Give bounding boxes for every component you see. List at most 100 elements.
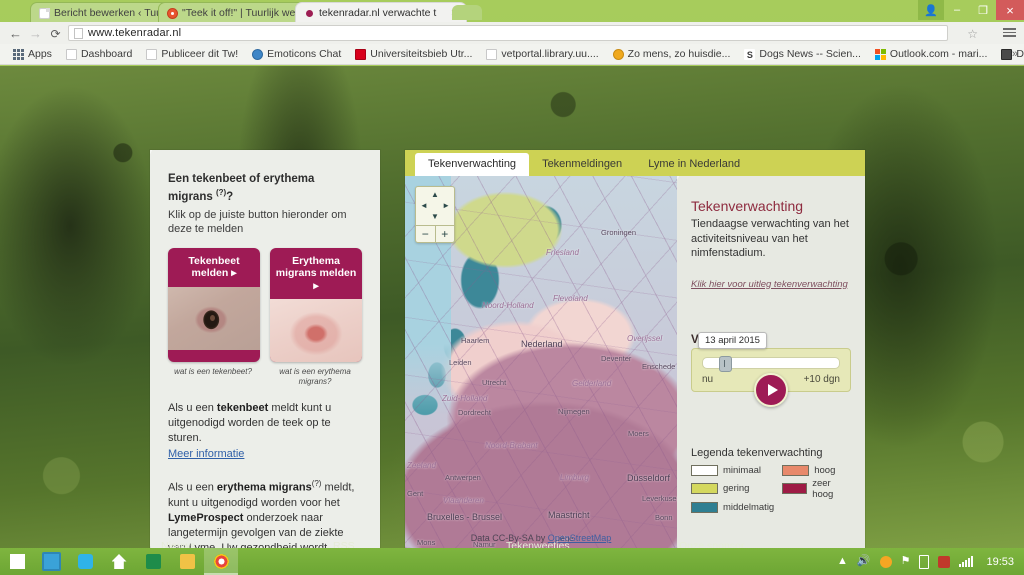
bookmark-label: Zo mens, zo huisdie... (627, 48, 731, 60)
taskbar-store[interactable] (68, 548, 102, 575)
bookmark-emoticons[interactable]: Emoticons Chat (245, 48, 348, 60)
legend-item-minimaal: minimaal (691, 464, 774, 476)
map-label: Enschede (642, 362, 676, 371)
bookmark-zo-mens[interactable]: Zo mens, zo huisdie... (606, 48, 738, 60)
play-button[interactable] (754, 372, 788, 407)
bookmark-dogs-news[interactable]: S Dogs News -- Scien... (737, 48, 868, 60)
heading-help-icon[interactable]: (?) (216, 188, 226, 197)
system-tray: ▲ 🔊 ⚑ 19:53 (837, 554, 1024, 569)
taskbar-folder[interactable] (170, 548, 204, 575)
reload-icon[interactable]: ⟳ (48, 26, 63, 41)
forecast-map[interactable]: Groningen Friesland Noord-Holland Flevoland… (405, 176, 677, 548)
map-label: Utrecht (482, 378, 507, 387)
legend-swatch (691, 501, 718, 513)
back-icon[interactable]: ← (8, 26, 23, 41)
battery-icon[interactable] (919, 554, 930, 569)
pan-right-icon[interactable]: ► (442, 202, 450, 210)
map-label: Flevoland (553, 294, 588, 303)
address-bar[interactable]: www.tekenradar.nl (68, 25, 948, 41)
browser-tab-label: tekenradar.nl verwachte t (319, 7, 437, 19)
para-bold: tekenbeet (216, 402, 269, 415)
taskbar-chrome[interactable] (204, 548, 238, 575)
tab-tekenverwachting[interactable]: Tekenverwachting (415, 153, 530, 176)
bookmark-label: Publiceer dit Tw! (161, 48, 239, 60)
bookmark-star-icon[interactable]: ☆ (967, 27, 978, 41)
taskbar-monitor[interactable] (34, 548, 68, 575)
bookmarks-bar: Apps Dashboard Publiceer dit Tw! Emotico… (0, 44, 1024, 65)
footer-link-nieuws[interactable]: Nieuws (161, 540, 195, 548)
footer-link-rss[interactable]: RSS (333, 540, 355, 548)
bookmark-universiteitsbieb[interactable]: Universiteitsbieb Utr... (348, 48, 479, 60)
user-avatar-icon[interactable]: 👤 (918, 0, 944, 20)
help-icon[interactable]: (?) (312, 479, 322, 488)
maximize-button[interactable]: ❐ (970, 0, 996, 20)
forecast-slider[interactable]: nu +10 dgn 13 april 2015 (691, 331, 851, 407)
map-label: Friesland (546, 248, 579, 257)
page-info-icon[interactable] (74, 27, 83, 39)
menu-icon[interactable] (1003, 26, 1016, 39)
uitleg-link[interactable]: Klik hier voor uitleg tekenverwachting (691, 279, 848, 290)
close-window-button[interactable]: × (996, 0, 1024, 20)
bookmark-dashboard[interactable]: Dashboard (59, 48, 139, 60)
antivirus-icon[interactable] (938, 555, 951, 568)
taskbar-office[interactable] (136, 548, 170, 575)
show-hidden-icons[interactable]: ▲ (837, 556, 848, 567)
caption-tekenbeet[interactable]: wat is een tekenbeet? (168, 367, 258, 387)
minimize-button[interactable]: – (944, 0, 970, 20)
slider-end-label: +10 dgn (803, 373, 840, 385)
map-pan-zoom-control[interactable]: ▲ ◄ ► ▼ − + (415, 186, 455, 243)
flag-icon[interactable]: ⚑ (901, 556, 911, 567)
taskbar-home[interactable] (102, 548, 136, 575)
new-tab-button[interactable] (452, 5, 482, 20)
bookmark-label: vetportal.library.uu.... (501, 48, 599, 60)
pan-down-icon[interactable]: ▼ (431, 213, 439, 221)
heading-suffix: ? (226, 190, 234, 203)
sciencedaily-icon: S (744, 48, 756, 60)
map-label: Nederland (521, 339, 563, 349)
bookmark-apps[interactable]: Apps (6, 48, 59, 60)
footer-link-onze-sponsor[interactable]: Onze sponsor (679, 540, 744, 548)
bookmark-outlook[interactable]: Outlook.com - mari... (868, 48, 994, 60)
bookmark-publiceer[interactable]: Publiceer dit Tw! (139, 48, 245, 60)
legend-item-zeer-hoog: zeer hoog (782, 478, 851, 500)
tekenbeet-melden-button[interactable]: Tekenbeet melden ▸ (168, 247, 260, 363)
pan-pad[interactable]: ▲ ◄ ► ▼ (416, 187, 454, 225)
caption-erythema[interactable]: wat is een erythema migrans? (268, 367, 362, 387)
forecast-panel: Tekenverwachting Tekenmeldingen Lyme in … (405, 150, 865, 548)
tab-lyme-in-nederland[interactable]: Lyme in Nederland (635, 153, 753, 176)
bookmark-diet-kidney[interactable]: Diet, Kidney Disease... (994, 48, 1024, 60)
sidebar-lead: Tiendaagse verwachting van het activitei… (691, 218, 849, 259)
slider-handle[interactable] (719, 355, 733, 372)
meer-informatie-link-1[interactable]: Meer informatie (168, 447, 244, 462)
start-button[interactable] (0, 548, 34, 575)
zoom-out-button[interactable]: − (416, 226, 435, 242)
tab-tekenmeldingen[interactable]: Tekenmeldingen (529, 153, 635, 176)
map-label: Leverkusen (642, 494, 677, 503)
slider-track[interactable] (702, 355, 840, 372)
forward-icon[interactable]: → (28, 26, 43, 41)
legend-label: minimaal (723, 464, 762, 476)
bookmark-vetportal[interactable]: vetportal.library.uu.... (479, 48, 605, 60)
erythema-migrans-melden-button[interactable]: Erythema migrans melden ▸ (270, 247, 362, 363)
volume-icon[interactable]: 🔊 (857, 556, 871, 567)
pan-up-icon[interactable]: ▲ (431, 191, 439, 199)
zoom-in-button[interactable]: + (434, 226, 455, 242)
bookmark-label: Dashboard (80, 48, 133, 60)
pan-left-icon[interactable]: ◄ (420, 202, 428, 210)
footer-link-tekenweetjes[interactable]: Tekenweetjes (506, 540, 570, 548)
map-label: Overijssel (627, 334, 663, 343)
map-label: Gelderland (572, 379, 612, 388)
legend-item-middelmatig: middelmatig (691, 501, 774, 513)
map-label: Gent (407, 489, 424, 498)
page-subtitle: Klik op de juiste button hieronder om de… (168, 208, 347, 235)
map-label: Haarlem (461, 336, 490, 345)
page-content: Een tekenbeet of erythema migrans (?)? K… (0, 66, 1024, 548)
update-icon[interactable] (879, 555, 892, 568)
map-label: Vlaanderen (443, 496, 484, 505)
network-icon[interactable] (959, 556, 974, 567)
browser-tab-label: "Teek it off!" | Tuurlijk wel (182, 7, 298, 19)
taskbar-clock[interactable]: 19:53 (982, 556, 1014, 568)
bookmarks-overflow-icon[interactable]: » (1012, 48, 1018, 60)
legend-label: hoog (814, 464, 836, 476)
browser-tab-3[interactable]: tekenradar.nl verwachte t × (295, 2, 467, 23)
